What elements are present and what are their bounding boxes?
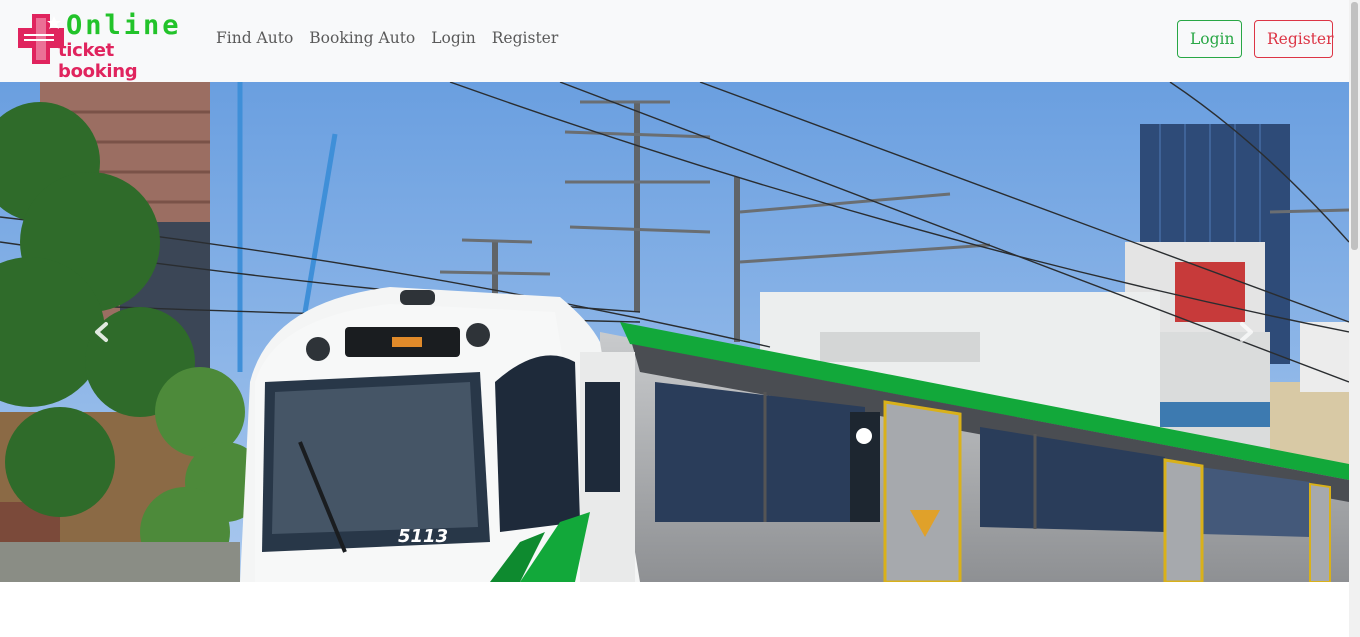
nav-link-booking-auto[interactable]: Booking Auto (309, 29, 415, 47)
navbar: Online ticket booking Find Auto Booking … (0, 0, 1349, 82)
hero-carousel[interactable]: 5113 (0, 82, 1349, 582)
page-scrollbar[interactable] (1349, 0, 1360, 637)
nav-link-login[interactable]: Login (431, 29, 476, 47)
chevron-right-icon (1240, 322, 1253, 342)
scrollbar-thumb[interactable] (1351, 2, 1358, 250)
carousel-prev-control[interactable] (80, 312, 120, 352)
electric-commuter-train-photo: 5113 (0, 82, 1349, 582)
login-button[interactable]: Login (1177, 20, 1242, 58)
nav-link-find-auto[interactable]: Find Auto (216, 29, 293, 47)
brand-title: Online (66, 10, 182, 41)
brand-logo[interactable]: Online ticket booking (18, 10, 190, 82)
chevron-left-icon (95, 322, 108, 342)
nav-links: Find Auto Booking Auto Login Register (216, 29, 574, 47)
register-button[interactable]: Register (1254, 20, 1334, 58)
train-number: 5113 (398, 526, 448, 547)
brand-subtitle: ticket booking (58, 40, 138, 82)
carousel-next-control[interactable] (1228, 312, 1268, 352)
nav-link-register[interactable]: Register (492, 29, 559, 47)
